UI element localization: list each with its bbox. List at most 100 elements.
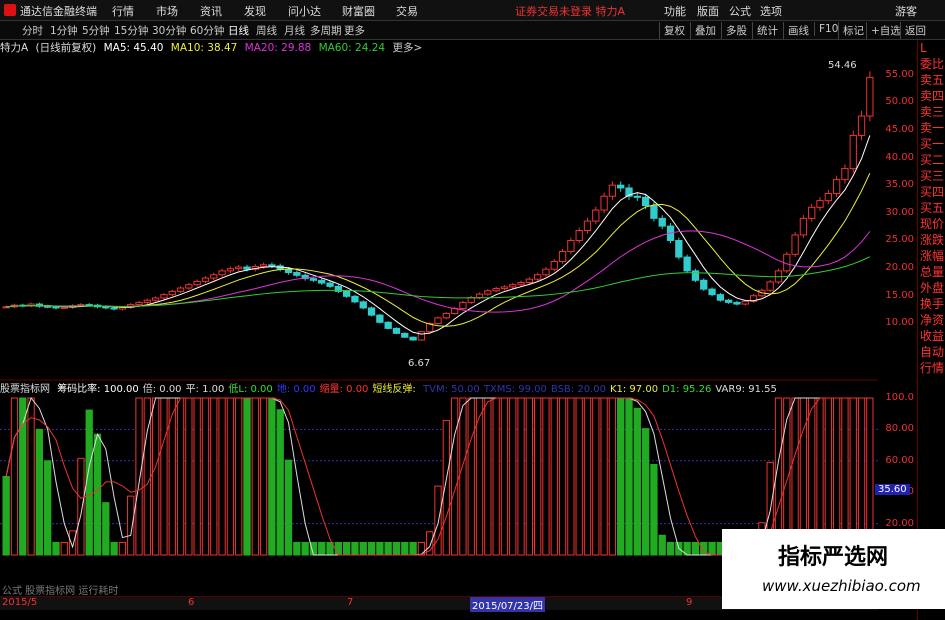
menu-bar: 通达信金融终端 行情 市场 资讯 发现 问小达 财富圈 交易 证券交易未登录 特… [0,0,945,21]
app-title: 通达信金融终端 [20,5,97,18]
candle [716,294,725,301]
candle [791,234,799,255]
menu-jiaoyi[interactable]: 交易 [396,3,418,19]
candle [583,220,592,232]
indicator-bar [19,397,27,556]
menu-banmian[interactable]: 版面 [697,3,719,19]
candle [558,251,567,262]
menu-wenxiaoda[interactable]: 问小达 [288,3,321,19]
indicator-bar [666,541,675,556]
period-1min[interactable]: 1分钟 [50,23,78,38]
indicator-bar [259,397,268,556]
menu-hangqing[interactable]: 行情 [112,3,134,19]
indicator-bar [318,541,326,556]
guest-button[interactable]: 游客 [895,3,917,19]
indicator-bar [583,397,592,556]
indicator-bar [359,541,367,556]
candle [517,281,525,286]
indicator-bar [434,485,442,556]
indicator-bar [301,541,309,556]
menu-faxian[interactable]: 发现 [244,3,266,19]
menu-gongneng[interactable]: 功能 [664,3,686,19]
sidebar-label[interactable]: 自动 [920,346,944,359]
biaoji-button[interactable]: 标记 [838,22,868,39]
period-fenshi[interactable]: 分时 [22,23,43,38]
diejia-button[interactable]: 叠加 [690,22,720,39]
formula-status: 公式 股票指标网 运行耗时 [2,586,119,597]
indicator-bar [525,397,534,556]
candle [600,195,608,211]
sidebar-label: 净资 [920,313,945,327]
candle [218,270,226,276]
indicator-tick: 100.0 [885,392,914,403]
fuquan-button[interactable]: 复权 [659,22,689,39]
indicator-bar [201,397,210,556]
indicator-bar [401,541,409,556]
candle [849,134,857,170]
kline-chart[interactable]: 54.46 6.67 [0,40,878,596]
candle [799,217,808,236]
indicator-tick: 20.00 [885,517,914,529]
candle [60,306,68,309]
candle [201,277,210,282]
menu-gongshi[interactable]: 公式 [729,3,751,19]
menu-shichang[interactable]: 市场 [156,3,178,19]
price-tick: 55.00 [885,68,914,80]
indicator-item: 倍: 0.00 [142,384,182,395]
candle [210,274,218,279]
period-multi[interactable]: 多周期 [310,23,342,38]
candle [342,290,351,297]
period-15min[interactable]: 15分钟 [114,23,148,38]
period-30min[interactable]: 30分钟 [152,23,186,38]
sidebar-label: 买三 [920,169,945,183]
candle [284,268,293,274]
candle [575,230,583,241]
candle [816,200,824,208]
candle [367,307,376,316]
indicator-bar [442,420,450,556]
candle [401,332,409,338]
period-5min[interactable]: 5分钟 [82,23,110,38]
sidebar-label[interactable]: 行情 [920,362,944,375]
sidebar-label: 现价 [920,217,945,231]
indicator-bar [708,541,716,556]
period-60min[interactable]: 60分钟 [190,23,224,38]
duogu-button[interactable]: 多股 [721,22,751,39]
candle [534,274,542,280]
indicator-bar [376,541,384,556]
period-more[interactable]: 更多 [344,23,365,38]
candle [500,286,509,290]
period-monthly[interactable]: 月线 [284,23,305,38]
indicator-bar [658,534,666,556]
candle [733,301,741,305]
indicator-item: K1: 97.00 [609,384,659,395]
indicator-bar [235,397,243,556]
tongji-button[interactable]: 统计 [752,22,782,39]
menu-zixun[interactable]: 资讯 [200,3,222,19]
indicator-bar [52,541,60,556]
period-daily[interactable]: 日线 [228,23,249,38]
indicator-item: 平: 1.00 [185,384,225,395]
candle [417,331,426,341]
indicator-bar [160,397,168,556]
candle [492,288,500,292]
huaxian-button[interactable]: 画线 [783,22,813,39]
period-weekly[interactable]: 周线 [256,23,277,38]
candle [176,287,185,292]
back-button[interactable]: 返回 [900,22,930,39]
candle [384,321,392,329]
indicator-bar [218,397,226,556]
menu-xuanxiang[interactable]: 选项 [760,3,782,19]
indicator-bar [151,397,160,556]
add-watchlist-button[interactable]: +自选 [866,22,905,39]
sidebar-label: 总量 [920,265,945,279]
indicator-bar [459,397,467,556]
indicator-bar [135,397,143,556]
candle [592,209,600,222]
sidebar-label: 卖五 [920,73,945,87]
sidebar-label: 外盘 [920,281,945,295]
candle [725,299,733,303]
candle [567,239,575,253]
candle [650,205,658,219]
menu-caifuquan[interactable]: 财富圈 [342,3,375,19]
